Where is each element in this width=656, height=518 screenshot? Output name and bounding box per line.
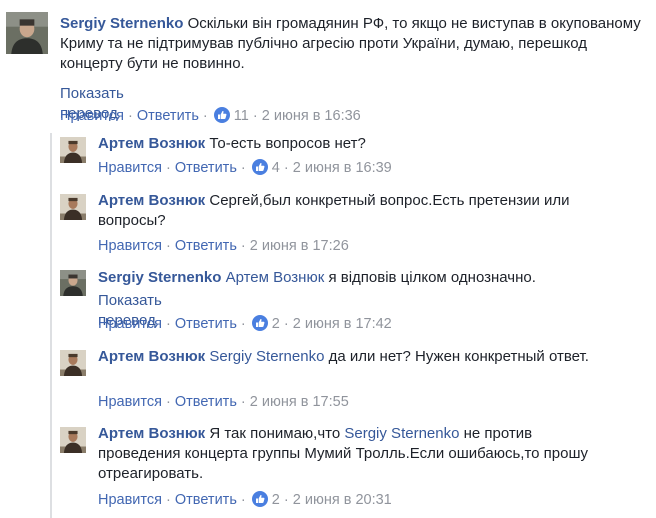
mention-link[interactable]: Артем Вознюк <box>226 269 325 286</box>
comment-text: я відповів цілком однозначно. <box>328 269 536 286</box>
reply-link[interactable]: Ответить <box>175 492 237 508</box>
mention-link[interactable]: Sergiy Sternenko <box>344 425 459 442</box>
reply-link[interactable]: Ответить <box>175 394 237 410</box>
avatar[interactable] <box>60 427 86 453</box>
like-thumb-icon[interactable] <box>213 107 230 123</box>
like-count[interactable]: 2 <box>272 492 280 508</box>
reply-link[interactable]: Ответить <box>175 316 237 332</box>
reply-link[interactable]: Ответить <box>175 160 237 176</box>
avatar[interactable] <box>60 350 86 376</box>
like-link[interactable]: Нравится <box>98 394 162 410</box>
timestamp[interactable]: 2 июня в 17:55 <box>250 394 349 410</box>
comment-author[interactable]: Артем Вознюк <box>98 425 205 442</box>
reply-link[interactable]: Ответить <box>137 108 199 124</box>
like-count[interactable]: 11 <box>234 108 249 124</box>
comment-author[interactable]: Артем Вознюк <box>98 135 205 152</box>
reply-link[interactable]: Ответить <box>175 238 237 254</box>
like-count[interactable]: 2 <box>272 316 280 332</box>
comment-author[interactable]: Sergiy Sternenko <box>60 15 183 32</box>
avatar[interactable] <box>60 194 86 220</box>
like-link[interactable]: Нравится <box>98 492 162 508</box>
thread-line <box>50 133 52 518</box>
avatar[interactable] <box>60 137 86 163</box>
like-link[interactable]: Нравится <box>60 108 124 124</box>
timestamp[interactable]: 2 июня в 16:36 <box>262 108 361 124</box>
like-link[interactable]: Нравится <box>98 238 162 254</box>
comment-author[interactable]: Артем Вознюк <box>98 192 205 209</box>
like-count[interactable]: 4 <box>272 160 280 176</box>
mention-link[interactable]: Sergiy Sternenko <box>209 348 324 365</box>
like-thumb-icon[interactable] <box>251 491 268 507</box>
avatar[interactable] <box>60 270 86 296</box>
timestamp[interactable]: 2 июня в 17:42 <box>293 316 392 332</box>
like-thumb-icon[interactable] <box>251 159 268 175</box>
timestamp[interactable]: 2 июня в 20:31 <box>293 492 392 508</box>
comment-author[interactable]: Sergiy Sternenko <box>98 269 221 286</box>
comment-author[interactable]: Артем Вознюк <box>98 348 205 365</box>
comment-text-prefix: Я так понимаю,что <box>209 425 341 442</box>
timestamp[interactable]: 2 июня в 17:26 <box>250 238 349 254</box>
like-link[interactable]: Нравится <box>98 160 162 176</box>
like-thumb-icon[interactable] <box>251 315 268 331</box>
comment-text: да или нет? Нужен конкретный ответ. <box>328 348 589 365</box>
timestamp[interactable]: 2 июня в 16:39 <box>293 160 392 176</box>
like-link[interactable]: Нравится <box>98 316 162 332</box>
avatar[interactable] <box>6 12 48 54</box>
comment-text: То-есть вопросов нет? <box>209 135 366 152</box>
